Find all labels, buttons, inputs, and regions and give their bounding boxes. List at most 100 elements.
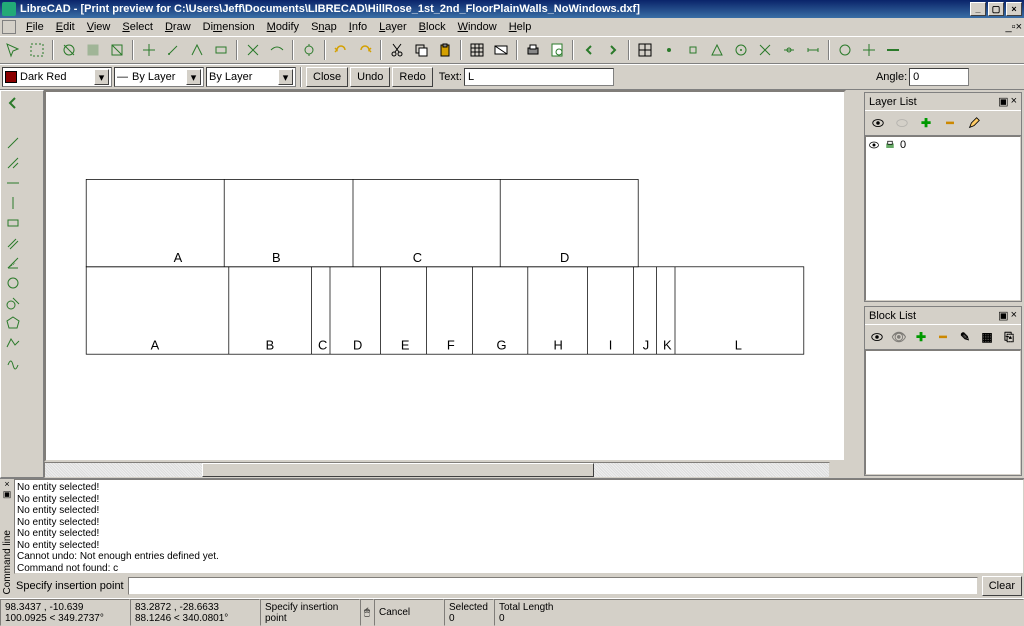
menu-draw[interactable]: Draw xyxy=(159,20,197,34)
menu-view[interactable]: View xyxy=(81,20,117,34)
lineweight-combo[interactable]: By Layer ▾ xyxy=(206,67,296,87)
select-tool-g-icon[interactable] xyxy=(298,39,320,61)
menu-window[interactable]: Window xyxy=(452,20,503,34)
snap-free-icon[interactable] xyxy=(658,39,680,61)
copy-icon[interactable] xyxy=(410,39,432,61)
block-add-icon[interactable]: ✚ xyxy=(911,327,931,347)
close-preview-button[interactable]: Close xyxy=(306,67,348,87)
select-tool-c-icon[interactable] xyxy=(186,39,208,61)
redo-icon[interactable] xyxy=(354,39,376,61)
select-single-icon[interactable] xyxy=(2,39,24,61)
block-list-body[interactable] xyxy=(865,350,1021,475)
linetype-combo[interactable]: — By Layer ▾ xyxy=(114,67,204,87)
line-tool-icon[interactable] xyxy=(3,133,23,153)
command-input[interactable] xyxy=(128,577,978,595)
undo-button[interactable]: Undo xyxy=(350,67,390,87)
cmd-close-icon[interactable]: × xyxy=(4,479,9,489)
freehand-icon[interactable] xyxy=(3,353,23,373)
snap-grid-icon[interactable] xyxy=(634,39,656,61)
menu-select[interactable]: Select xyxy=(116,20,159,34)
close-button[interactable]: × xyxy=(1006,2,1022,16)
redo-button[interactable]: Redo xyxy=(392,67,432,87)
back-arrow-icon[interactable] xyxy=(3,93,23,113)
menu-help[interactable]: Help xyxy=(503,20,538,34)
layer-add-icon[interactable]: ✚ xyxy=(915,113,937,133)
undock-icon[interactable]: ▣ xyxy=(998,95,1008,108)
select-tool-a-icon[interactable] xyxy=(138,39,160,61)
cell-label: H xyxy=(554,338,563,353)
select-window-icon[interactable] xyxy=(26,39,48,61)
select-tool-e-icon[interactable] xyxy=(242,39,264,61)
snap-on-icon[interactable] xyxy=(778,39,800,61)
line-v-icon[interactable] xyxy=(3,193,23,213)
zoom-prev-icon[interactable] xyxy=(578,39,600,61)
cut-icon[interactable] xyxy=(386,39,408,61)
menu-snap[interactable]: Snap xyxy=(305,20,343,34)
circle-tool-icon[interactable] xyxy=(3,273,23,293)
select-tool-b-icon[interactable] xyxy=(162,39,184,61)
print-icon[interactable] xyxy=(522,39,544,61)
snap-end-icon[interactable] xyxy=(682,39,704,61)
block-show-icon[interactable] xyxy=(867,327,887,347)
line-angle-icon[interactable] xyxy=(3,153,23,173)
deselect-all-icon[interactable] xyxy=(58,39,80,61)
snap-center-icon[interactable] xyxy=(730,39,752,61)
cmd-undock-icon[interactable]: ▣ xyxy=(3,489,12,500)
menu-modify[interactable]: Modify xyxy=(261,20,305,34)
tangent-icon[interactable] xyxy=(3,293,23,313)
layer-row[interactable]: 0 xyxy=(868,139,1018,151)
invert-select-icon[interactable] xyxy=(106,39,128,61)
line-h-icon[interactable] xyxy=(3,173,23,193)
print-preview-icon[interactable] xyxy=(546,39,568,61)
undo-icon[interactable] xyxy=(330,39,352,61)
vertical-scrollbar[interactable] xyxy=(846,90,862,478)
snap-dist-icon[interactable] xyxy=(802,39,824,61)
menu-info[interactable]: Info xyxy=(343,20,373,34)
menu-file[interactable]: File xyxy=(20,20,50,34)
grid-toggle-icon[interactable] xyxy=(466,39,488,61)
layer-remove-icon[interactable]: ━ xyxy=(939,113,961,133)
drawing-canvas[interactable]: A B C D A xyxy=(44,90,846,462)
polygon-icon[interactable] xyxy=(3,313,23,333)
menu-layer[interactable]: Layer xyxy=(373,20,413,34)
angle-input[interactable] xyxy=(909,68,969,86)
block-remove-icon[interactable]: ━ xyxy=(933,327,953,347)
layer-hide-all-icon[interactable] xyxy=(891,113,913,133)
close-icon[interactable]: × xyxy=(1011,309,1017,322)
snap-mid-icon[interactable] xyxy=(706,39,728,61)
draft-mode-icon[interactable] xyxy=(490,39,512,61)
restrict-ortho-icon[interactable] xyxy=(858,39,880,61)
undock-icon[interactable]: ▣ xyxy=(998,309,1008,322)
menu-block[interactable]: Block xyxy=(413,20,452,34)
text-input[interactable] xyxy=(464,68,614,86)
block-edit-icon[interactable]: ▦ xyxy=(977,327,997,347)
polyline-icon[interactable] xyxy=(3,333,23,353)
rect-tool-icon[interactable] xyxy=(3,213,23,233)
color-combo[interactable]: Dark Red ▾ xyxy=(2,67,112,87)
block-rename-icon[interactable]: ✎ xyxy=(955,327,975,347)
layer-visibility-icon[interactable] xyxy=(867,113,889,133)
block-hide-icon[interactable]: 👁 xyxy=(889,327,909,347)
restrict-h-icon[interactable] xyxy=(882,39,904,61)
layer-edit-icon[interactable] xyxy=(963,113,985,133)
block-insert-icon[interactable]: ⎘ xyxy=(999,327,1019,347)
select-tool-d-icon[interactable] xyxy=(210,39,232,61)
command-log[interactable]: No entity selected!No entity selected!No… xyxy=(14,479,1024,574)
layer-list-body[interactable]: 0 xyxy=(865,136,1021,301)
maximize-button[interactable]: ▢ xyxy=(988,2,1004,16)
clear-button[interactable]: Clear xyxy=(982,576,1022,596)
horizontal-scrollbar[interactable] xyxy=(44,462,846,478)
snap-intersect-icon[interactable] xyxy=(754,39,776,61)
select-tool-f-icon[interactable] xyxy=(266,39,288,61)
menu-dimension[interactable]: Dimension xyxy=(197,20,261,34)
select-all-icon[interactable] xyxy=(82,39,104,61)
mdi-close-button[interactable]: × xyxy=(1016,21,1022,33)
zoom-next-icon[interactable] xyxy=(602,39,624,61)
paste-icon[interactable] xyxy=(434,39,456,61)
bisect-icon[interactable] xyxy=(3,253,23,273)
menu-edit[interactable]: Edit xyxy=(50,20,81,34)
parallel-icon[interactable] xyxy=(3,233,23,253)
minimize-button[interactable]: _ xyxy=(970,2,986,16)
close-icon[interactable]: × xyxy=(1011,95,1017,108)
restrict-nothing-icon[interactable] xyxy=(834,39,856,61)
